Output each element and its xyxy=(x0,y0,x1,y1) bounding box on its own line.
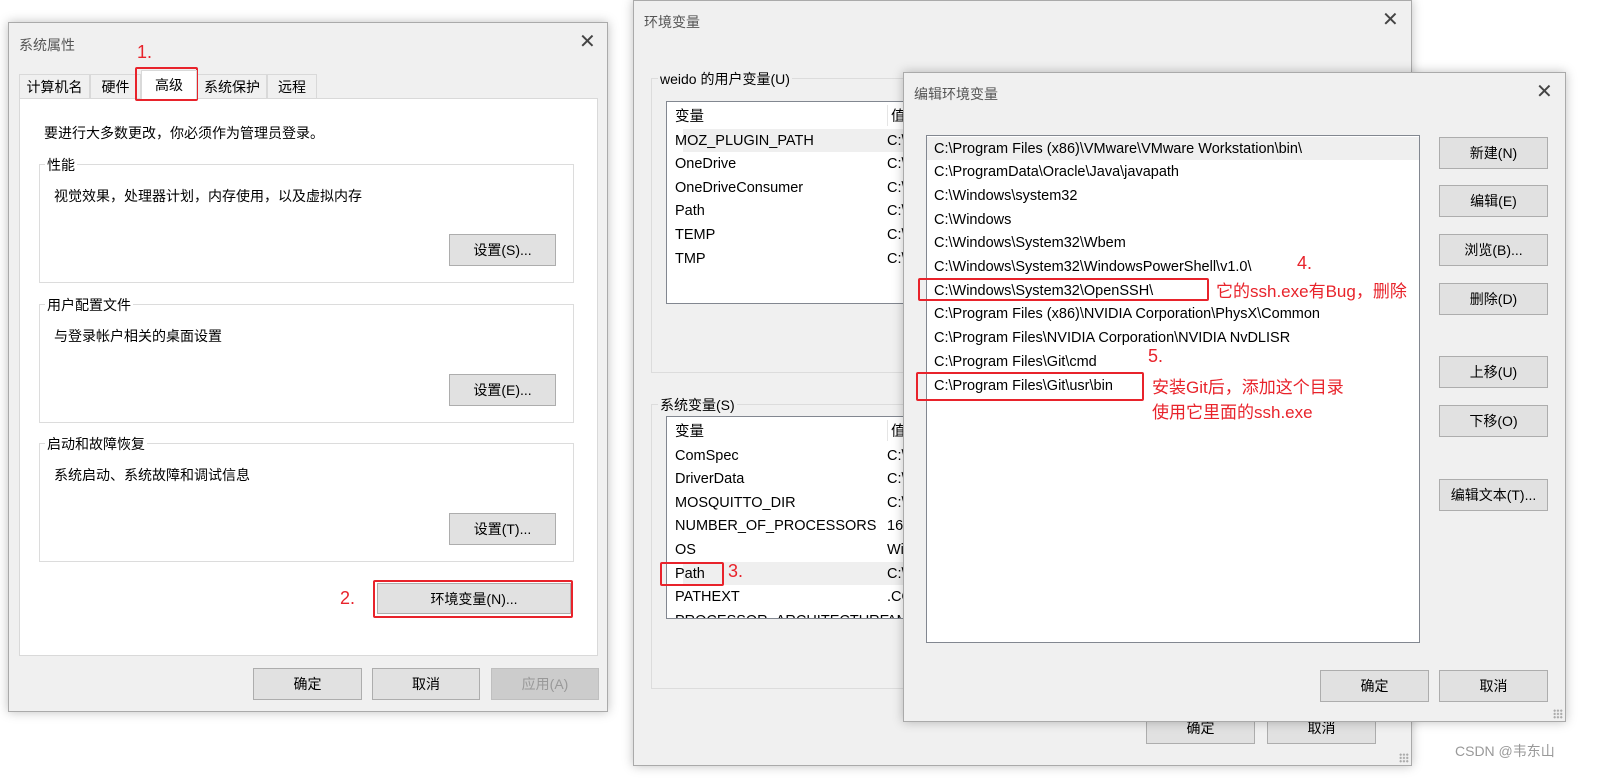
close-icon[interactable]: ✕ xyxy=(1382,10,1399,30)
path-entry: C:\Program Files\NVIDIA Corporation\NVID… xyxy=(934,330,1291,347)
close-icon[interactable]: ✕ xyxy=(1536,82,1553,102)
group-label: weido 的用户变量(U) xyxy=(658,69,792,89)
group-desc: 与登录帐户相关的桌面设置 xyxy=(54,328,222,344)
group-desc: 视觉效果，处理器计划，内存使用，以及虚拟内存 xyxy=(54,188,362,204)
path-entry: C:\ProgramData\Oracle\Java\javapath xyxy=(934,164,1179,181)
group-desc: 系统启动、系统故障和调试信息 xyxy=(54,467,250,483)
apply-button[interactable]: 应用(A) xyxy=(491,668,599,700)
cancel-button[interactable]: 取消 xyxy=(372,668,480,700)
variable-name: MOZ_PLUGIN_PATH xyxy=(675,132,814,149)
step-5-highlight xyxy=(916,372,1144,401)
admin-note: 要进行大多数更改，你必须作为管理员登录。 xyxy=(44,125,324,141)
variable-name: TMP xyxy=(675,250,706,267)
cancel-button[interactable]: 取消 xyxy=(1439,670,1548,702)
step-2-label: 2. xyxy=(340,588,356,608)
move-up-button[interactable]: 上移(U) xyxy=(1439,356,1548,388)
list-item[interactable]: C:\Program Files (x86)\NVIDIA Corporatio… xyxy=(927,303,1419,326)
edit-button[interactable]: 编辑(E) xyxy=(1439,185,1548,217)
group-label: 性能 xyxy=(45,155,77,175)
path-entry: C:\Program Files (x86)\NVIDIA Corporatio… xyxy=(934,306,1320,323)
window-title: 编辑环境变量 xyxy=(914,86,998,102)
path-entry: C:\Windows\System32\Wbem xyxy=(934,235,1126,252)
list-item[interactable]: C:\Program Files\NVIDIA Corporation\NVID… xyxy=(927,327,1419,350)
col-var-header[interactable]: 变量 xyxy=(675,420,704,441)
tab-hardware[interactable]: 硬件 xyxy=(90,74,141,98)
path-entry: C:\Program Files\Git\cmd xyxy=(934,353,1097,370)
variable-name: MOSQUITTO_DIR xyxy=(675,494,796,511)
variable-name: TEMP xyxy=(675,226,716,243)
user-profiles-group: 用户配置文件 与登录帐户相关的桌面设置 设置(E)... xyxy=(39,295,574,423)
path-entry: C:\Program Files (x86)\VMware\VMware Wor… xyxy=(934,140,1302,157)
step-3-label: 3. xyxy=(728,561,744,581)
step-2-highlight xyxy=(373,580,573,618)
variable-name: ComSpec xyxy=(675,447,739,464)
step-4-highlight xyxy=(918,278,1209,301)
step-5-note-line1: 安装Git后，添加这个目录 xyxy=(1152,378,1344,397)
variable-name: OneDriveConsumer xyxy=(675,179,804,196)
group-label: 启动和故障恢复 xyxy=(45,434,147,454)
move-down-button[interactable]: 下移(O) xyxy=(1439,405,1548,437)
watermark: CSDN @韦东山 xyxy=(1455,743,1555,759)
startup-settings-button[interactable]: 设置(T)... xyxy=(449,513,556,545)
startup-recovery-group: 启动和故障恢复 系统启动、系统故障和调试信息 设置(T)... xyxy=(39,434,574,562)
variable-name: NUMBER_OF_PROCESSORS xyxy=(675,518,877,535)
step-4-label: 4. xyxy=(1297,253,1313,273)
list-item[interactable]: C:\Windows\System32\Wbem xyxy=(927,232,1419,255)
variable-name: Path xyxy=(675,203,705,220)
group-label: 系统变量(S) xyxy=(658,395,737,415)
performance-group: 性能 视觉效果，处理器计划，内存使用，以及虚拟内存 设置(S)... xyxy=(39,155,574,283)
performance-settings-button[interactable]: 设置(S)... xyxy=(449,234,556,266)
variable-value: 16 xyxy=(887,518,904,535)
list-item[interactable]: C:\Windows xyxy=(927,208,1419,231)
list-item[interactable]: C:\Windows\system32 xyxy=(927,184,1419,207)
resize-grip[interactable] xyxy=(1399,753,1409,763)
variable-name: PROCESSOR_ARCHITECTURE xyxy=(675,613,889,618)
list-item[interactable]: C:\Program Files\Git\cmd xyxy=(927,350,1419,373)
path-entry: C:\Windows\System32\WindowsPowerShell\v1… xyxy=(934,259,1252,275)
ok-button[interactable]: 确定 xyxy=(253,668,362,700)
tab-panel: 要进行大多数更改，你必须作为管理员登录。 性能 视觉效果，处理器计划，内存使用，… xyxy=(19,98,598,656)
resize-grip[interactable] xyxy=(1553,709,1563,719)
list-item[interactable]: C:\ProgramData\Oracle\Java\javapath xyxy=(927,161,1419,184)
edit-text-button[interactable]: 编辑文本(T)... xyxy=(1439,479,1548,511)
step-5-note-line2: 使用它里面的ssh.exe xyxy=(1152,403,1313,422)
step-1-label: 1. xyxy=(137,42,153,62)
list-item[interactable]: C:\Program Files (x86)\VMware\VMware Wor… xyxy=(927,137,1419,160)
tab-remote[interactable]: 远程 xyxy=(267,74,317,98)
step-5-label: 5. xyxy=(1148,346,1164,366)
variable-name: DriverData xyxy=(675,471,745,488)
variable-name: OneDrive xyxy=(675,156,737,173)
step-4-note: 它的ssh.exe有Bug，删除 xyxy=(1216,282,1407,301)
variable-value: Wi xyxy=(887,541,904,558)
tab-system-protection[interactable]: 系统保护 xyxy=(197,74,267,98)
step-3-highlight xyxy=(660,562,724,586)
group-label: 用户配置文件 xyxy=(45,295,133,315)
path-entry: C:\Windows\system32 xyxy=(934,187,1078,204)
window-title: 环境变量 xyxy=(644,14,700,30)
col-var-header[interactable]: 变量 xyxy=(675,105,704,126)
browse-button[interactable]: 浏览(B)... xyxy=(1439,234,1548,266)
path-entry: C:\Windows xyxy=(934,211,1012,228)
delete-button[interactable]: 删除(D) xyxy=(1439,283,1548,315)
window-title: 系统属性 xyxy=(19,37,75,53)
tab-computer-name[interactable]: 计算机名 xyxy=(19,74,90,98)
close-icon[interactable]: ✕ xyxy=(579,32,596,52)
profile-settings-button[interactable]: 设置(E)... xyxy=(449,374,556,406)
tab-advanced[interactable]: 高级 xyxy=(141,70,197,99)
new-button[interactable]: 新建(N) xyxy=(1439,137,1548,169)
variable-name: PATHEXT xyxy=(675,589,740,606)
variable-name: OS xyxy=(675,541,696,558)
ok-button[interactable]: 确定 xyxy=(1320,670,1429,702)
list-item[interactable]: C:\Windows\System32\WindowsPowerShell\v1… xyxy=(927,256,1419,279)
